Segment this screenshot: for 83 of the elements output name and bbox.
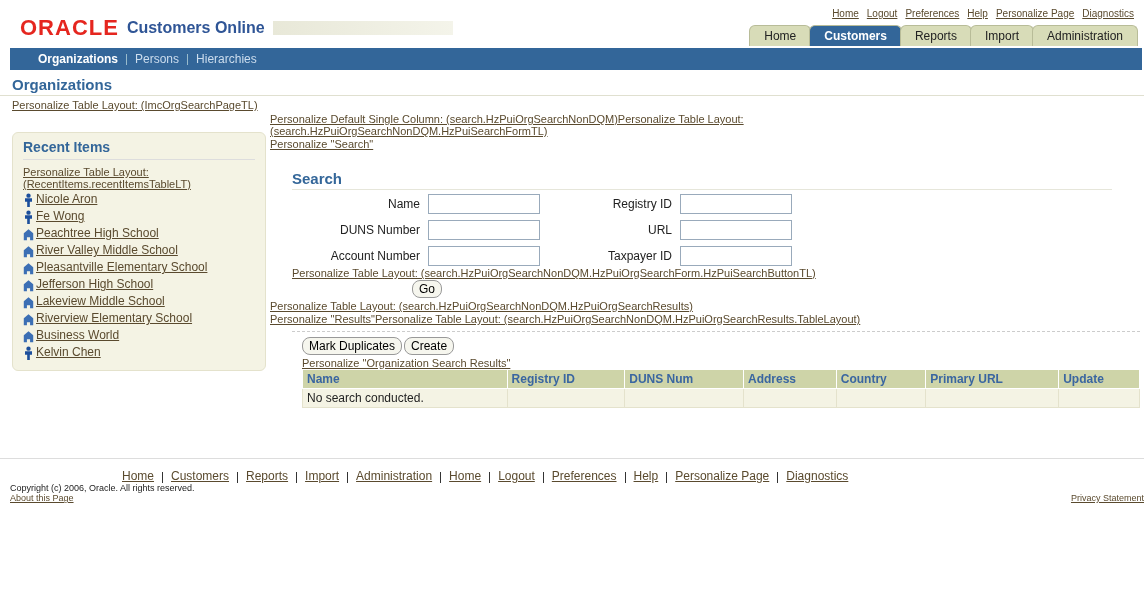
column-header[interactable]: Address [743, 369, 837, 389]
footer-link[interactable]: Administration [356, 469, 433, 483]
personalize-link[interactable]: Personalize "Search" [270, 138, 374, 150]
field-label: DUNS Number [339, 223, 420, 237]
footer-link[interactable]: Reports [246, 469, 289, 483]
footer-link[interactable]: Home [449, 469, 482, 483]
recent-item-link[interactable]: Peachtree High School [36, 226, 159, 240]
input-field[interactable] [428, 220, 540, 240]
input-field[interactable] [680, 194, 792, 214]
footer-link[interactable]: Personalize Page [675, 469, 770, 483]
personalize-link[interactable]: Personalize Table Layout: (RecentItems.recentItemsTableLT) [23, 166, 255, 190]
building-icon [23, 295, 34, 309]
recent-item-link[interactable]: Jefferson High School [36, 277, 154, 291]
column-header[interactable]: Update [1058, 369, 1140, 389]
nav-tab[interactable]: Customers [809, 25, 902, 46]
field-label: Taxpayer ID [606, 249, 672, 263]
recent-item-link[interactable]: Lakeview Middle School [36, 294, 165, 308]
nav-tab[interactable]: Reports [899, 25, 972, 46]
column-header[interactable]: Primary URL [925, 369, 1059, 389]
building-icon [23, 244, 34, 258]
field-label: Name [387, 197, 420, 211]
column-header[interactable]: Country [836, 369, 926, 389]
footer-link[interactable]: Help [633, 469, 659, 483]
footer-link[interactable]: Diagnostics [786, 469, 849, 483]
recent-item-link[interactable]: Pleasantville Elementary School [36, 260, 208, 274]
building-icon [23, 227, 34, 241]
field-label: URL [647, 223, 672, 237]
about-link[interactable]: About this Page [10, 493, 195, 503]
input-field[interactable] [428, 194, 540, 214]
person-icon [23, 346, 34, 360]
subnav-link[interactable]: Persons [135, 52, 180, 66]
footer-link[interactable]: Import [305, 469, 340, 483]
global-link[interactable]: Help [967, 8, 988, 19]
personalize-link[interactable]: Personalize Table Layout: (ImcOrgSearchPageTL) [12, 99, 258, 111]
copyright-text: Copyright (c) 2006, Oracle. All rights reserved. [10, 483, 195, 493]
subnav-link[interactable]: Hierarchies [196, 52, 257, 66]
action-button[interactable]: Create [404, 337, 455, 355]
privacy-link[interactable]: Privacy Statement [1070, 493, 1144, 503]
oracle-logo: ORACLE [20, 15, 119, 41]
input-field[interactable] [680, 220, 792, 240]
subnav-link[interactable]: Organizations [38, 52, 118, 66]
column-header[interactable]: Name [302, 369, 508, 389]
building-icon [23, 278, 34, 292]
global-link[interactable]: Diagnostics [1082, 8, 1134, 19]
page-title: Organizations [0, 70, 1144, 96]
recent-item-link[interactable]: Nicole Aron [36, 192, 98, 206]
global-link[interactable]: Personalize Page [995, 8, 1075, 19]
product-name: Customers Online [126, 19, 265, 37]
building-icon [23, 312, 34, 326]
recent-item-link[interactable]: Business World [36, 328, 120, 342]
recent-item-link[interactable]: River Valley Middle School [36, 243, 178, 257]
recent-item-link[interactable]: Kelvin Chen [36, 345, 101, 359]
go-button[interactable]: Go [412, 280, 442, 298]
personalize-link[interactable]: Personalize Default Single Column: (search.HzPuiOrgSearchNonDQM)Personalize Table Layout: (search.HzPuiOrgSearchNonDQM.HzPuiSearchFormTL) [270, 113, 930, 137]
footer-link[interactable]: Customers [171, 469, 230, 483]
input-field[interactable] [680, 246, 792, 266]
input-field[interactable] [428, 246, 540, 266]
global-link[interactable]: Preferences [905, 8, 960, 19]
panel-title: Recent Items [23, 137, 255, 160]
global-link[interactable]: Logout [866, 8, 898, 19]
nav-tab[interactable]: Home [749, 25, 812, 46]
field-label: Registry ID [611, 197, 672, 211]
footer-link[interactable]: Logout [498, 469, 535, 483]
section-title: Search [292, 170, 1112, 190]
field-label: Account Number [329, 249, 420, 263]
column-header[interactable]: DUNS Num [624, 369, 744, 389]
building-icon [23, 261, 34, 275]
personalize-link[interactable]: Personalize "Organization Search Results" [302, 357, 962, 369]
recent-item-link[interactable]: Riverview Elementary School [36, 311, 193, 325]
footer-link[interactable]: Home [122, 469, 154, 483]
building-icon [23, 329, 34, 343]
person-icon [23, 193, 34, 207]
footer-link[interactable]: Preferences [551, 469, 617, 483]
column-header[interactable]: Registry ID [507, 369, 625, 389]
nav-tab[interactable]: Administration [1031, 25, 1138, 46]
global-link[interactable]: Home [832, 8, 859, 19]
action-button[interactable]: Mark Duplicates [302, 337, 403, 355]
personalize-link[interactable]: Personalize Table Layout: (search.HzPuiOrgSearchNonDQM.HzPuiOrgSearchForm.HzPuiSearchButtonTL) [292, 267, 816, 279]
recent-item-link[interactable]: Fe Wong [36, 209, 85, 223]
personalize-link[interactable]: Personalize Table Layout: (search.HzPuiOrgSearchNonDQM.HzPuiOrgSearchResults) [270, 300, 693, 312]
personalize-link[interactable]: Personalize "Results"Personalize Table Layout: (search.HzPuiOrgSearchNonDQM.HzPuiOrgSearchResults.TableLayout) [270, 313, 861, 325]
nav-tab[interactable]: Import [969, 25, 1034, 46]
person-icon [23, 210, 34, 224]
